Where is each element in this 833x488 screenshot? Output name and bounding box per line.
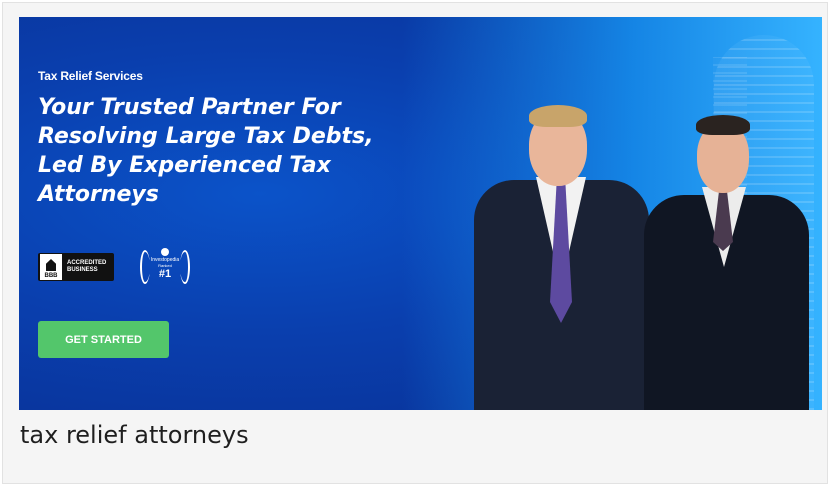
attorney-photo-right <box>644 115 809 410</box>
eyebrow-text: Tax Relief Services <box>38 69 143 83</box>
bbb-line-1: ACCREDITED <box>67 260 107 266</box>
badge-rank-number: #1 <box>158 268 172 280</box>
result-card[interactable]: Tax Relief Services Your Trusted Partner… <box>2 2 828 484</box>
bbb-accredited-badge: BBB ACCREDITED BUSINESS <box>38 253 114 281</box>
bbb-line-2: BUSINESS <box>67 267 98 273</box>
hero-headline: Your Trusted Partner For Resolving Large… <box>38 95 374 207</box>
attorney-photo-left <box>474 105 649 410</box>
hero-banner-image[interactable]: Tax Relief Services Your Trusted Partner… <box>19 17 822 410</box>
get-started-button[interactable]: GET STARTED <box>38 321 169 358</box>
bbb-logo-icon: BBB <box>40 254 62 280</box>
image-caption[interactable]: tax relief attorneys <box>20 421 249 449</box>
globe-icon <box>161 248 169 256</box>
investopedia-ranked-badge: Investopedia Ranked #1 <box>138 246 192 286</box>
